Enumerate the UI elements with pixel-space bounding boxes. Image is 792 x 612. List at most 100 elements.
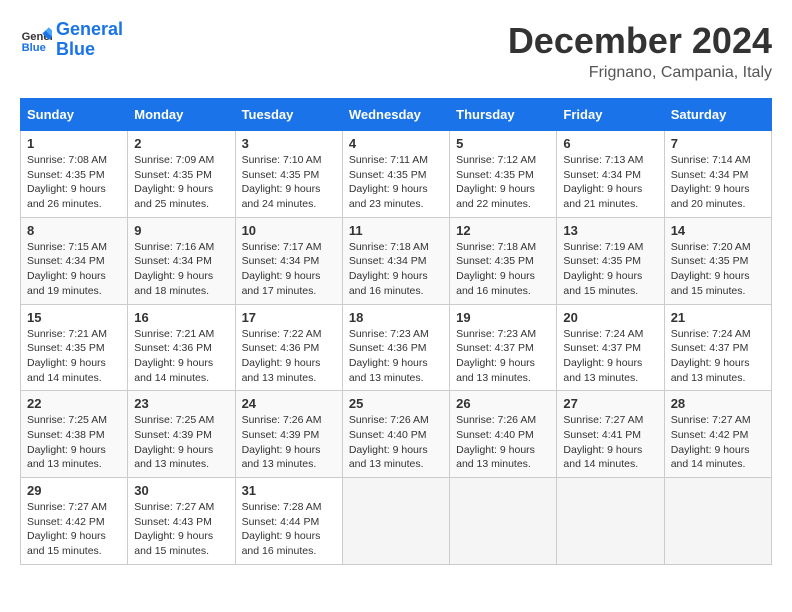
title-block: December 2024 Frignano, Campania, Italy — [508, 20, 772, 82]
day-info: Sunrise: 7:12 AM Sunset: 4:35 PM Dayligh… — [456, 153, 550, 212]
day-number: 27 — [563, 396, 657, 411]
day-info: Sunrise: 7:11 AM Sunset: 4:35 PM Dayligh… — [349, 153, 443, 212]
calendar-cell: 7 Sunrise: 7:14 AM Sunset: 4:34 PM Dayli… — [664, 131, 771, 218]
day-number: 16 — [134, 310, 228, 325]
logo: General Blue General Blue — [20, 20, 123, 60]
calendar-cell: 23 Sunrise: 7:25 AM Sunset: 4:39 PM Dayl… — [128, 391, 235, 478]
calendar-cell: 30 Sunrise: 7:27 AM Sunset: 4:43 PM Dayl… — [128, 478, 235, 565]
calendar-week-4: 22 Sunrise: 7:25 AM Sunset: 4:38 PM Dayl… — [21, 391, 772, 478]
day-number: 7 — [671, 136, 765, 151]
day-number: 31 — [242, 483, 336, 498]
day-number: 22 — [27, 396, 121, 411]
day-number: 23 — [134, 396, 228, 411]
day-number: 24 — [242, 396, 336, 411]
day-info: Sunrise: 7:18 AM Sunset: 4:34 PM Dayligh… — [349, 240, 443, 299]
day-number: 13 — [563, 223, 657, 238]
column-header-wednesday: Wednesday — [342, 99, 449, 131]
calendar-cell: 18 Sunrise: 7:23 AM Sunset: 4:36 PM Dayl… — [342, 304, 449, 391]
column-header-monday: Monday — [128, 99, 235, 131]
day-info: Sunrise: 7:21 AM Sunset: 4:35 PM Dayligh… — [27, 327, 121, 386]
day-number: 30 — [134, 483, 228, 498]
day-number: 6 — [563, 136, 657, 151]
column-header-thursday: Thursday — [450, 99, 557, 131]
day-info: Sunrise: 7:15 AM Sunset: 4:34 PM Dayligh… — [27, 240, 121, 299]
logo-text: General Blue — [56, 20, 123, 60]
day-number: 26 — [456, 396, 550, 411]
day-info: Sunrise: 7:26 AM Sunset: 4:39 PM Dayligh… — [242, 413, 336, 472]
column-header-saturday: Saturday — [664, 99, 771, 131]
header-row: SundayMondayTuesdayWednesdayThursdayFrid… — [21, 99, 772, 131]
calendar-cell: 19 Sunrise: 7:23 AM Sunset: 4:37 PM Dayl… — [450, 304, 557, 391]
day-info: Sunrise: 7:18 AM Sunset: 4:35 PM Dayligh… — [456, 240, 550, 299]
day-number: 21 — [671, 310, 765, 325]
calendar-cell: 21 Sunrise: 7:24 AM Sunset: 4:37 PM Dayl… — [664, 304, 771, 391]
calendar-cell: 22 Sunrise: 7:25 AM Sunset: 4:38 PM Dayl… — [21, 391, 128, 478]
day-number: 8 — [27, 223, 121, 238]
day-info: Sunrise: 7:17 AM Sunset: 4:34 PM Dayligh… — [242, 240, 336, 299]
day-info: Sunrise: 7:25 AM Sunset: 4:38 PM Dayligh… — [27, 413, 121, 472]
page-header: General Blue General Blue December 2024 … — [20, 20, 772, 82]
calendar-cell — [342, 478, 449, 565]
day-info: Sunrise: 7:27 AM Sunset: 4:43 PM Dayligh… — [134, 500, 228, 559]
day-number: 18 — [349, 310, 443, 325]
logo-general: General — [56, 19, 123, 39]
day-number: 2 — [134, 136, 228, 151]
calendar-cell: 8 Sunrise: 7:15 AM Sunset: 4:34 PM Dayli… — [21, 217, 128, 304]
calendar-cell: 29 Sunrise: 7:27 AM Sunset: 4:42 PM Dayl… — [21, 478, 128, 565]
calendar-cell: 5 Sunrise: 7:12 AM Sunset: 4:35 PM Dayli… — [450, 131, 557, 218]
calendar-cell: 14 Sunrise: 7:20 AM Sunset: 4:35 PM Dayl… — [664, 217, 771, 304]
logo-blue: Blue — [56, 39, 95, 59]
calendar-week-3: 15 Sunrise: 7:21 AM Sunset: 4:35 PM Dayl… — [21, 304, 772, 391]
column-header-friday: Friday — [557, 99, 664, 131]
calendar-cell: 10 Sunrise: 7:17 AM Sunset: 4:34 PM Dayl… — [235, 217, 342, 304]
calendar-cell — [450, 478, 557, 565]
day-info: Sunrise: 7:27 AM Sunset: 4:42 PM Dayligh… — [671, 413, 765, 472]
calendar-cell: 24 Sunrise: 7:26 AM Sunset: 4:39 PM Dayl… — [235, 391, 342, 478]
calendar-cell: 20 Sunrise: 7:24 AM Sunset: 4:37 PM Dayl… — [557, 304, 664, 391]
day-number: 9 — [134, 223, 228, 238]
day-info: Sunrise: 7:23 AM Sunset: 4:37 PM Dayligh… — [456, 327, 550, 386]
calendar-table: SundayMondayTuesdayWednesdayThursdayFrid… — [20, 98, 772, 565]
calendar-cell: 16 Sunrise: 7:21 AM Sunset: 4:36 PM Dayl… — [128, 304, 235, 391]
calendar-cell: 13 Sunrise: 7:19 AM Sunset: 4:35 PM Dayl… — [557, 217, 664, 304]
calendar-cell: 12 Sunrise: 7:18 AM Sunset: 4:35 PM Dayl… — [450, 217, 557, 304]
day-info: Sunrise: 7:23 AM Sunset: 4:36 PM Dayligh… — [349, 327, 443, 386]
calendar-cell: 11 Sunrise: 7:18 AM Sunset: 4:34 PM Dayl… — [342, 217, 449, 304]
day-number: 4 — [349, 136, 443, 151]
day-number: 3 — [242, 136, 336, 151]
day-number: 25 — [349, 396, 443, 411]
day-info: Sunrise: 7:21 AM Sunset: 4:36 PM Dayligh… — [134, 327, 228, 386]
calendar-week-2: 8 Sunrise: 7:15 AM Sunset: 4:34 PM Dayli… — [21, 217, 772, 304]
day-info: Sunrise: 7:24 AM Sunset: 4:37 PM Dayligh… — [563, 327, 657, 386]
calendar-cell: 15 Sunrise: 7:21 AM Sunset: 4:35 PM Dayl… — [21, 304, 128, 391]
day-number: 12 — [456, 223, 550, 238]
calendar-cell: 4 Sunrise: 7:11 AM Sunset: 4:35 PM Dayli… — [342, 131, 449, 218]
calendar-week-1: 1 Sunrise: 7:08 AM Sunset: 4:35 PM Dayli… — [21, 131, 772, 218]
calendar-cell: 27 Sunrise: 7:27 AM Sunset: 4:41 PM Dayl… — [557, 391, 664, 478]
calendar-cell — [557, 478, 664, 565]
svg-text:Blue: Blue — [22, 42, 46, 54]
calendar-cell: 26 Sunrise: 7:26 AM Sunset: 4:40 PM Dayl… — [450, 391, 557, 478]
day-info: Sunrise: 7:14 AM Sunset: 4:34 PM Dayligh… — [671, 153, 765, 212]
day-info: Sunrise: 7:22 AM Sunset: 4:36 PM Dayligh… — [242, 327, 336, 386]
day-info: Sunrise: 7:27 AM Sunset: 4:41 PM Dayligh… — [563, 413, 657, 472]
calendar-cell: 28 Sunrise: 7:27 AM Sunset: 4:42 PM Dayl… — [664, 391, 771, 478]
day-info: Sunrise: 7:27 AM Sunset: 4:42 PM Dayligh… — [27, 500, 121, 559]
calendar-cell: 9 Sunrise: 7:16 AM Sunset: 4:34 PM Dayli… — [128, 217, 235, 304]
calendar-cell: 6 Sunrise: 7:13 AM Sunset: 4:34 PM Dayli… — [557, 131, 664, 218]
column-header-sunday: Sunday — [21, 99, 128, 131]
day-info: Sunrise: 7:13 AM Sunset: 4:34 PM Dayligh… — [563, 153, 657, 212]
day-info: Sunrise: 7:09 AM Sunset: 4:35 PM Dayligh… — [134, 153, 228, 212]
day-number: 17 — [242, 310, 336, 325]
logo-icon: General Blue — [20, 24, 52, 56]
day-info: Sunrise: 7:20 AM Sunset: 4:35 PM Dayligh… — [671, 240, 765, 299]
day-number: 10 — [242, 223, 336, 238]
location-subtitle: Frignano, Campania, Italy — [508, 64, 772, 82]
calendar-cell: 17 Sunrise: 7:22 AM Sunset: 4:36 PM Dayl… — [235, 304, 342, 391]
day-number: 28 — [671, 396, 765, 411]
day-info: Sunrise: 7:25 AM Sunset: 4:39 PM Dayligh… — [134, 413, 228, 472]
calendar-cell: 25 Sunrise: 7:26 AM Sunset: 4:40 PM Dayl… — [342, 391, 449, 478]
day-number: 1 — [27, 136, 121, 151]
day-number: 19 — [456, 310, 550, 325]
day-number: 11 — [349, 223, 443, 238]
